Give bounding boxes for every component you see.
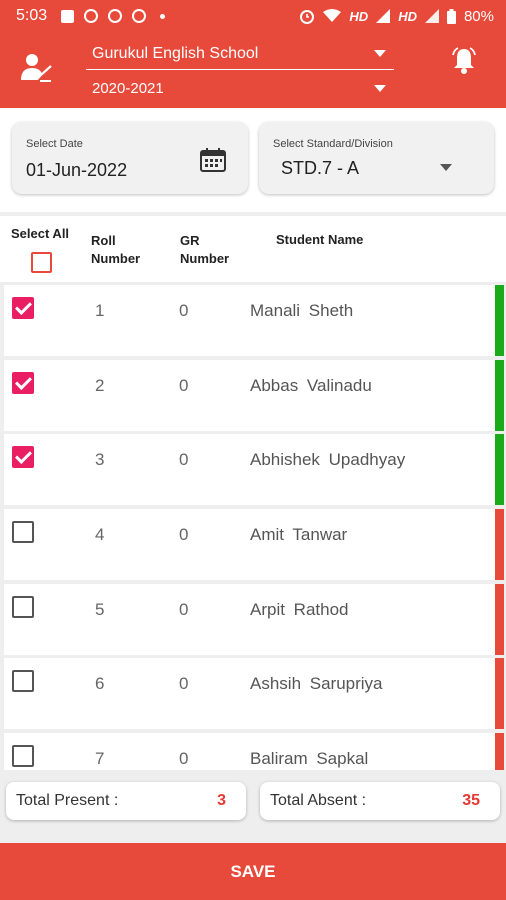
roll-number: 6 [95,674,105,693]
attendance-status-strip [495,285,504,356]
student-name: Amit Tanwar [250,525,348,544]
image-notification-icon [61,9,75,23]
teacher-icon[interactable] [18,50,54,86]
student-name: Manali Sheth [250,301,354,320]
attendance-status-strip [495,733,504,770]
student-row[interactable]: 5 0 Arpit Rathod [4,584,504,655]
alarm-icon [300,10,315,24]
bell-icon[interactable] [450,46,478,76]
standard-label: Select Standard/Division [273,138,393,150]
attendance-checkbox[interactable] [12,596,34,618]
roll-number: 4 [95,525,105,544]
attendance-checkbox[interactable] [12,745,34,767]
date-picker[interactable]: Select Date 01-Jun-2022 [12,122,248,194]
total-present-card: Total Present : 3 [6,782,246,820]
year-dropdown-arrow-icon [374,84,386,92]
gr-number: 0 [179,301,189,320]
network-hd-label: HD [349,8,369,24]
roll-header-line-1: Roll [91,233,116,248]
gr-header-line-2: Number [180,251,230,266]
face-notification-icon [84,9,99,23]
signal-icon [376,9,391,23]
totals-area: Total Present : 3 Total Absent : 35 [0,770,506,836]
signal-icon-2 [424,9,439,23]
attendance-checkbox[interactable] [12,521,34,543]
gr-number: 0 [179,749,189,768]
status-left: 5:03 [16,7,166,25]
student-name: Abhishek Upadhyay [250,450,406,469]
total-absent-label: Total Absent : [270,792,367,809]
total-present-label: Total Present : [16,792,119,809]
app-bar: Gurukul English School 2020-2021 [0,32,506,108]
app-notification-icon [132,9,147,23]
standard-value: STD.7 - A [281,158,360,178]
gr-number: 0 [179,525,189,544]
more-notifications-dot [160,13,166,19]
date-label: Select Date [26,138,83,150]
student-name-header: Student Name [276,232,364,247]
total-absent-card: Total Absent : 35 [260,782,500,820]
student-row[interactable]: 4 0 Amit Tanwar [4,509,504,580]
gr-number: 0 [179,376,189,395]
attendance-status-strip [495,360,504,431]
status-right: HD HD 80% [299,8,494,25]
attendance-status-strip [495,509,504,580]
date-value: 01-Jun-2022 [26,160,128,180]
gr-number: 0 [179,450,189,469]
attendance-checkbox[interactable] [12,446,34,468]
attendance-checkbox[interactable] [12,372,34,394]
roll-number: 1 [95,301,105,320]
gr-header-line-1: GR [180,233,200,248]
student-row[interactable]: 7 0 Baliram Sapkal [4,733,504,770]
attendance-checkbox[interactable] [12,670,34,692]
student-name: Arpit Rathod [250,600,349,619]
save-button[interactable]: SAVE [0,843,506,900]
roll-number-header: Roll Number [91,232,140,268]
roll-number: 3 [95,450,105,469]
roll-number: 2 [95,376,105,395]
student-row[interactable]: 6 0 Ashsih Sarupriya [4,658,504,729]
select-all-label: Select All [11,226,70,241]
attendance-status-strip [495,584,504,655]
roll-number: 5 [95,600,105,619]
attendance-status-strip [495,658,504,729]
battery-percent: 80% [463,7,494,25]
face-notification-icon-2 [108,9,123,23]
calendar-icon[interactable] [200,148,226,172]
attendance-status-strip [495,434,504,505]
total-absent-value: 35 [462,792,480,809]
table-header: Select All Roll Number GR Number Student… [0,216,506,282]
student-row[interactable]: 2 0 Abbas Valinadu [4,360,504,431]
year-select[interactable]: 2020-2021 [86,74,394,102]
school-name: Gurukul English School [92,44,259,62]
battery-icon [446,8,456,24]
school-select[interactable]: Gurukul English School [86,38,394,70]
standard-division-select[interactable]: Select Standard/Division STD.7 - A [259,122,494,194]
student-row[interactable]: 3 0 Abhishek Upadhyay [4,434,504,505]
school-dropdown-arrow-icon [374,50,386,57]
roll-header-line-2: Number [91,251,141,266]
status-bar: 5:03 HD HD 80% [0,0,506,32]
network-hd-label-2: HD [398,8,417,24]
student-row[interactable]: 1 0 Manali Sheth [4,285,504,356]
roll-number: 7 [95,749,105,768]
attendance-checkbox[interactable] [12,297,34,319]
total-present-value: 3 [217,792,226,809]
student-name: Abbas Valinadu [250,376,372,395]
gr-number-header: GR Number [180,232,229,268]
standard-dropdown-arrow-icon [440,164,452,171]
select-all-checkbox[interactable] [31,252,52,273]
gr-number: 0 [179,600,189,619]
status-time: 5:03 [16,7,48,24]
wifi-icon [323,9,342,22]
gr-number: 0 [179,674,189,693]
academic-year: 2020-2021 [92,79,164,97]
student-name: Ashsih Sarupriya [250,674,383,693]
student-name: Baliram Sapkal [250,749,369,768]
filter-area: Select Date 01-Jun-2022 Select Standard/… [0,108,506,212]
